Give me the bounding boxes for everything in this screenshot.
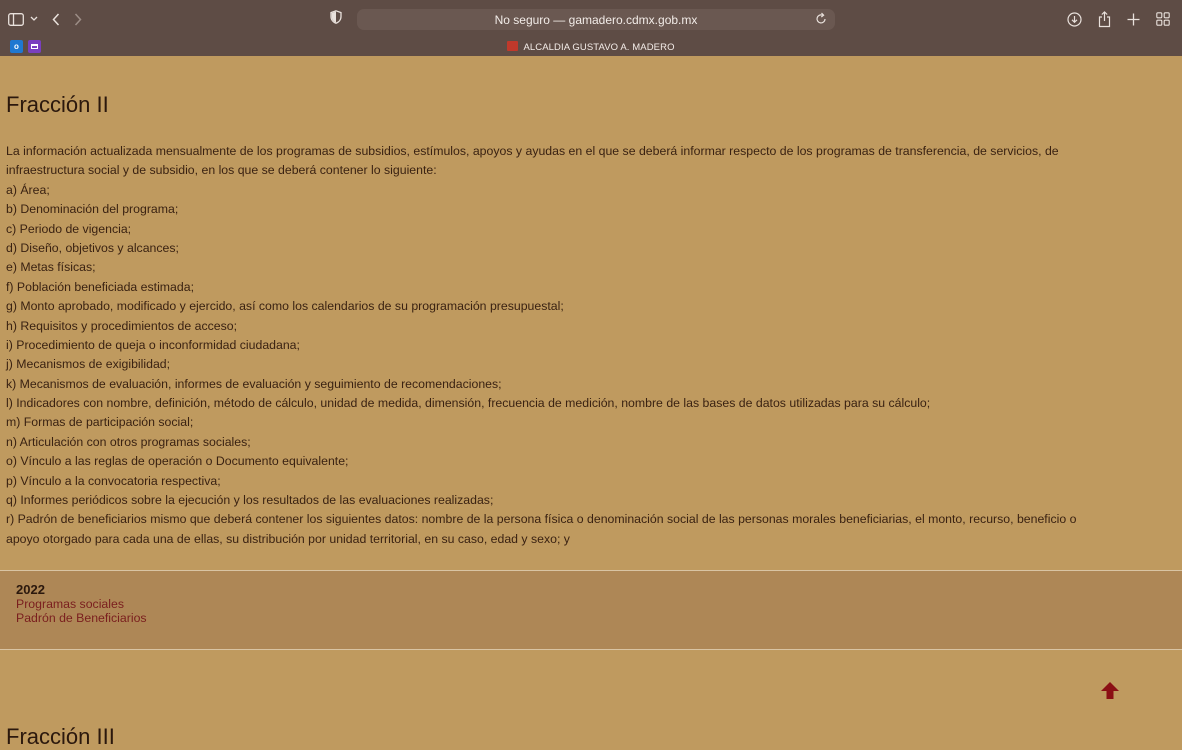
list-item: i) Procedimiento de queja o inconformida… bbox=[6, 337, 300, 352]
list-item: r) Padrón de beneficiarios mismo que deb… bbox=[6, 512, 1077, 527]
list-item: m) Formas de participación social; bbox=[6, 415, 194, 430]
toolbar-row: No seguro — gamadero.cdmx.gob.mx bbox=[0, 0, 1182, 38]
list-item: l) Indicadores con nombre, definición, m… bbox=[6, 396, 931, 411]
url-text: No seguro — gamadero.cdmx.gob.mx bbox=[494, 12, 698, 27]
text-line: La información actualizada mensualmente … bbox=[6, 144, 1059, 158]
new-tab-icon[interactable] bbox=[1127, 9, 1140, 29]
list-item: c) Periodo de vigencia; bbox=[6, 221, 132, 236]
toolbar-left-controls bbox=[8, 9, 82, 29]
reload-icon[interactable] bbox=[815, 12, 827, 28]
list-item: g) Monto aprobado, modificado y ejercido… bbox=[6, 299, 564, 314]
toolbar-right-controls bbox=[1067, 9, 1170, 29]
back-icon[interactable] bbox=[52, 9, 60, 29]
page-title: Fracción II bbox=[6, 92, 109, 117]
list-item: o) Vínculo a las reglas de operación o D… bbox=[6, 454, 349, 469]
sidebar-toggle-icon[interactable] bbox=[8, 9, 24, 29]
list-item: q) Informes periódicos sobre la ejecució… bbox=[6, 493, 494, 508]
padron-beneficiarios-link[interactable]: Padrón de Beneficiarios bbox=[16, 611, 147, 625]
list-item: e) Metas físicas; bbox=[6, 260, 96, 275]
forward-icon[interactable] bbox=[74, 9, 82, 29]
text-line: apoyo otorgado para cada una de ellas, s… bbox=[6, 531, 570, 546]
tab-overview-icon[interactable] bbox=[1156, 9, 1170, 29]
share-icon[interactable] bbox=[1098, 9, 1111, 29]
list-item: h) Requisitos y procedimientos de acceso… bbox=[6, 318, 238, 333]
list-item: p) Vínculo a la convocatoria respectiva; bbox=[6, 473, 221, 488]
list-item: b) Denominación del programa; bbox=[6, 202, 179, 217]
programas-sociales-link[interactable]: Programas sociales bbox=[16, 597, 124, 611]
text-line: infraestructura social y de subsidio, en… bbox=[6, 163, 437, 178]
list-item: j) Mecanismos de exigibilidad; bbox=[6, 357, 171, 372]
page-content: Fracción II La información actualizada m… bbox=[0, 56, 1182, 749]
list-item: f) Población beneficiada estimada; bbox=[6, 279, 194, 294]
list-item: n) Articulación con otros programas soci… bbox=[6, 434, 251, 449]
tab-title: ALCALDIA GUSTAVO A. MADERO bbox=[523, 42, 675, 53]
list-item: d) Diseño, objetivos y alcances; bbox=[6, 240, 179, 255]
fraccion-text: La información actualizada mensualmente … bbox=[6, 142, 1182, 549]
next-section-title: Fracción III bbox=[6, 724, 115, 749]
site-favicon-icon bbox=[507, 41, 519, 51]
list-item: a) Área; bbox=[6, 182, 50, 197]
downloads-icon[interactable] bbox=[1067, 9, 1082, 29]
privacy-shield-icon[interactable] bbox=[330, 10, 342, 29]
address-bar[interactable]: No seguro — gamadero.cdmx.gob.mx bbox=[357, 9, 835, 30]
back-to-top-icon[interactable] bbox=[1101, 682, 1119, 704]
documents-section: 2022 Programas sociales Padrón de Benefi… bbox=[0, 570, 1182, 650]
favorites-bar: o ALCALDIA GUSTAVO A. MADERO bbox=[0, 38, 1182, 56]
chevron-down-icon[interactable] bbox=[30, 9, 38, 29]
section-year: 2022 bbox=[16, 582, 45, 597]
active-tab[interactable]: ALCALDIA GUSTAVO A. MADERO bbox=[0, 41, 1182, 53]
list-item: k) Mecanismos de evaluación, informes de… bbox=[6, 376, 502, 391]
browser-toolbar: No seguro — gamadero.cdmx.gob.mx o ALCAL… bbox=[0, 0, 1182, 56]
